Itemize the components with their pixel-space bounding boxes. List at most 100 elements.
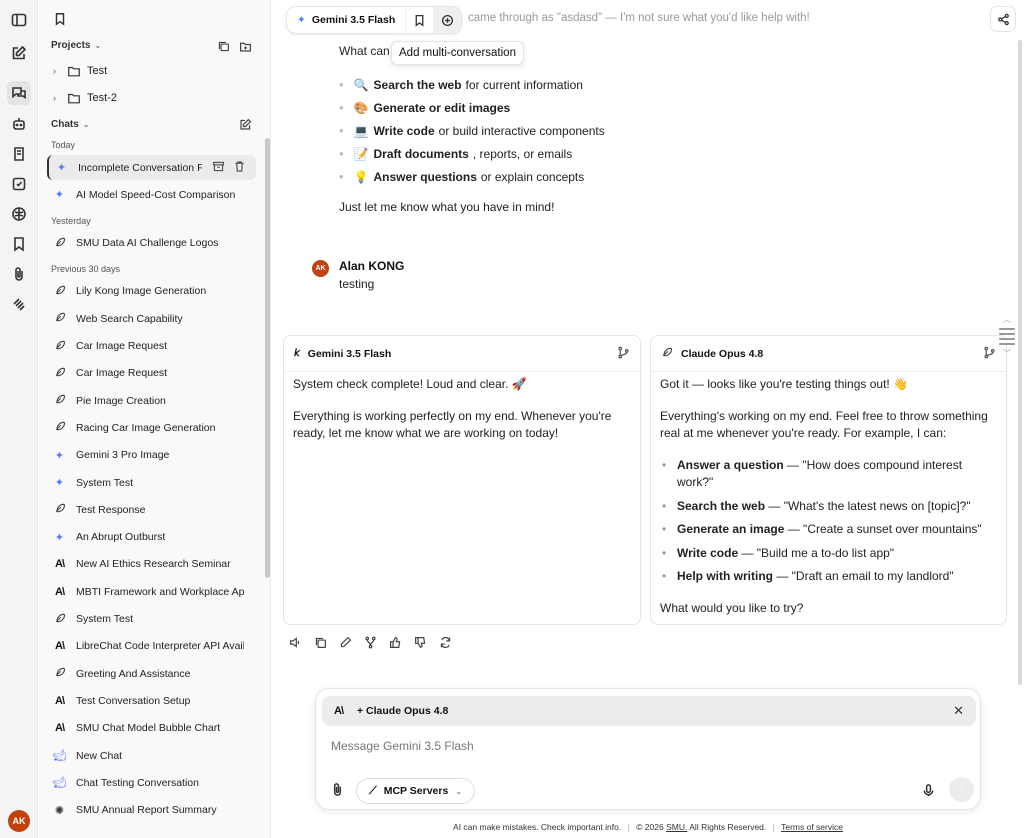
- gemini-icon: ✦: [297, 14, 306, 26]
- send-button[interactable]: ↑: [949, 777, 974, 802]
- archive-icon[interactable]: [212, 160, 225, 176]
- projects-header[interactable]: Projects ⌄: [51, 40, 101, 51]
- capability-rest: or build interactive components: [438, 123, 605, 138]
- brain-icon[interactable]: [7, 202, 31, 226]
- chat-item[interactable]: Greeting And Assistance: [47, 661, 256, 686]
- projects-label: Projects: [51, 40, 91, 51]
- chat-item[interactable]: Pie Image Creation: [47, 388, 256, 413]
- bookmark-button[interactable]: [405, 7, 433, 33]
- chat-item[interactable]: Web Search Capability: [47, 306, 256, 331]
- bookmark-icon[interactable]: [53, 12, 67, 29]
- chat-item[interactable]: A\ LibreChat Code Interpreter API Avail: [47, 634, 256, 659]
- anthropic-logo-icon: A\: [334, 705, 344, 717]
- chat-title: Greeting And Assistance: [76, 667, 191, 680]
- user-avatar[interactable]: AK: [8, 810, 30, 832]
- new-chat-icon[interactable]: [7, 41, 31, 65]
- chat-item[interactable]: A\ New AI Ethics Research Seminar: [47, 552, 256, 577]
- chat-item[interactable]: ✦ An Abrupt Outburst: [47, 525, 256, 550]
- add-multi-conversation-button[interactable]: [433, 7, 462, 33]
- close-icon[interactable]: ✕: [953, 703, 964, 719]
- suggestion-bold: Help with writing: [677, 569, 773, 583]
- capability-item: 💻 Write codeor build interactive componen…: [339, 119, 605, 142]
- memories-icon[interactable]: [7, 172, 31, 196]
- card-paragraph: System check complete! Loud and clear. 🚀: [293, 377, 527, 391]
- copyright: © 2026: [636, 822, 664, 832]
- paperclip-icon: [333, 782, 341, 796]
- mcp-servers-dropdown[interactable]: ⟋ MCP Servers ⌄: [356, 778, 476, 804]
- feather-icon: [53, 340, 66, 353]
- project-folder[interactable]: › Test-2: [53, 91, 117, 105]
- user-text: testing: [339, 277, 375, 291]
- chat-item[interactable]: Racing Car Image Generation: [47, 415, 256, 440]
- terms-link[interactable]: Terms of service: [781, 822, 843, 832]
- chat-item[interactable]: ✦ Gemini 3 Pro Image: [47, 443, 256, 468]
- new-folder-icon[interactable]: [237, 38, 253, 54]
- gemini-icon: ✦: [54, 189, 65, 202]
- chat-item[interactable]: Car Image Request: [47, 361, 256, 386]
- branch-icon[interactable]: [617, 346, 630, 362]
- agents-icon[interactable]: [7, 112, 31, 136]
- rights: All Rights Reserved.: [689, 822, 767, 832]
- org-link[interactable]: SMU.: [666, 822, 687, 832]
- chevron-down-icon[interactable]: ﹀: [1003, 348, 1011, 359]
- chat-item[interactable]: Test Response: [47, 497, 256, 522]
- added-model-bar: A\ + Claude Opus 4.8 ✕: [322, 696, 976, 726]
- sidebar-scrollbar[interactable]: [265, 138, 270, 578]
- chat-item[interactable]: 🐋︎ Chat Testing Conversation: [47, 770, 256, 795]
- suggestion-item: Answer a question — "How does compound i…: [660, 457, 997, 492]
- suggestion-item: Generate an image — "Create a sunset ove…: [660, 521, 997, 539]
- response-navigator[interactable]: ︿ ﹀: [998, 314, 1016, 359]
- attach-button[interactable]: [328, 780, 346, 798]
- prompts-icon[interactable]: [7, 142, 31, 166]
- new-chat-icon[interactable]: [237, 116, 253, 132]
- main-scrollbar[interactable]: [1018, 40, 1022, 685]
- edit-icon[interactable]: [337, 634, 353, 650]
- thumbs-up-icon[interactable]: [387, 634, 403, 650]
- chevron-up-icon[interactable]: ︿: [1003, 314, 1011, 325]
- message-input[interactable]: [331, 739, 961, 753]
- mcp-icon: ⟋: [369, 784, 377, 797]
- chat-item[interactable]: Lily Kong Image Generation: [47, 279, 256, 304]
- thumbs-down-icon[interactable]: [412, 634, 428, 650]
- chat-item[interactable]: ✦ Incomplete Conversation Fragment: [47, 155, 256, 180]
- suggestion-bold: Generate an image: [677, 522, 785, 536]
- microphone-button[interactable]: [918, 780, 938, 800]
- capability-bold: Generate or edit images: [373, 100, 511, 115]
- copy-folder-icon[interactable]: [215, 38, 231, 54]
- chats-icon[interactable]: [7, 81, 31, 105]
- chat-item[interactable]: 🐋︎ New Chat: [47, 743, 256, 768]
- chat-group-label: Yesterday: [51, 215, 91, 226]
- capability-bold: Search the web: [373, 77, 462, 92]
- speaker-icon[interactable]: [287, 634, 303, 650]
- mcp-icon[interactable]: [7, 292, 31, 316]
- chat-item[interactable]: Car Image Request: [47, 334, 256, 359]
- chat-title: An Abrupt Outburst: [76, 531, 166, 544]
- capability-item: 🎨 Generate or edit images: [339, 96, 605, 119]
- chat-item[interactable]: A\ SMU Chat Model Bubble Chart: [47, 716, 256, 741]
- model-selector[interactable]: ✦ Gemini 3.5 Flash: [287, 14, 405, 26]
- files-icon[interactable]: [7, 262, 31, 286]
- bookmarks-icon[interactable]: [7, 232, 31, 256]
- chats-label: Chats: [51, 119, 79, 130]
- chat-item[interactable]: ✦ System Test: [47, 470, 256, 495]
- copy-icon[interactable]: [312, 634, 328, 650]
- chat-item[interactable]: ✦ AI Model Speed-Cost Comparison: [47, 182, 256, 207]
- chat-group-label: Today: [51, 140, 76, 150]
- trash-icon[interactable]: [233, 160, 246, 176]
- sidebar-toggle-icon[interactable]: [7, 8, 31, 32]
- fork-icon[interactable]: [362, 634, 378, 650]
- regenerate-icon[interactable]: [437, 634, 453, 650]
- sidebar: Projects ⌄ › Test › Test-2 Chats ⌄ Today…: [39, 0, 271, 838]
- chat-item[interactable]: SMU Data AI Challenge Logos: [47, 231, 256, 256]
- chat-item[interactable]: A\ MBTI Framework and Workplace Ap: [47, 579, 256, 604]
- branch-icon[interactable]: [983, 346, 996, 362]
- project-folder[interactable]: › Test: [53, 64, 107, 78]
- chat-item[interactable]: A\ Test Conversation Setup: [47, 688, 256, 713]
- chat-item[interactable]: System Test: [47, 607, 256, 632]
- chats-header[interactable]: Chats ⌄: [51, 119, 90, 130]
- assistant-intro: What can: [339, 44, 390, 58]
- suggestion-rest: — "Draft an email to my landlord": [773, 569, 954, 583]
- chat-item[interactable]: ✺ SMU Annual Report Summary: [47, 798, 256, 823]
- suggestion-item: Help with writing — "Draft an email to m…: [660, 568, 997, 586]
- share-button[interactable]: [990, 6, 1016, 32]
